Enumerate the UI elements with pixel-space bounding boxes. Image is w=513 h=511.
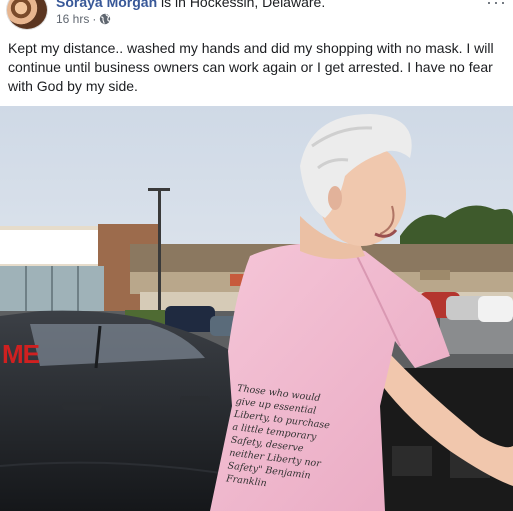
globe-icon[interactable] [99,13,111,25]
facebook-post: Soraya Morgan is in Hockessin, Delaware.… [0,0,513,511]
author-avatar[interactable] [6,0,48,30]
post-header: Soraya Morgan is in Hockessin, Delaware.… [0,0,513,34]
location-text[interactable]: is in Hockessin, Delaware. [161,0,325,10]
post-photo[interactable]: ME Those who would give up essential Lib… [0,106,513,511]
store-sign: ME [2,338,40,369]
author-name[interactable]: Soraya Morgan [56,0,157,10]
author-line: Soraya Morgan is in Hockessin, Delaware. [56,0,325,10]
post-timestamp[interactable]: 16 hrs [56,12,89,26]
more-options-icon[interactable]: ··· [486,0,507,13]
shirt-quote: Those who would give up essential Libert… [225,382,337,497]
post-meta: 16 hrs · [56,12,111,26]
post-text: Kept my distance.. washed my hands and d… [8,40,494,94]
